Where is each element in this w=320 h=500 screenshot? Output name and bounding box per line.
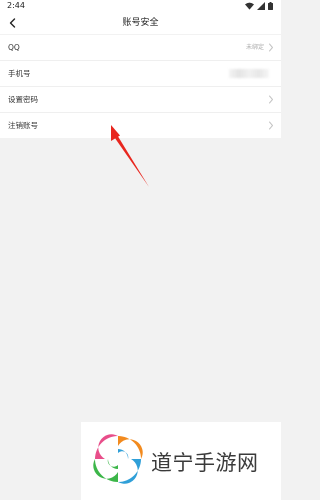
header: 账号安全 bbox=[0, 12, 281, 34]
row-phone[interactable]: 手机号 bbox=[0, 61, 281, 87]
watermark-text: 道宁手游网 bbox=[151, 451, 259, 475]
back-button[interactable] bbox=[4, 14, 20, 32]
status-time: 2:44 bbox=[7, 1, 25, 10]
watermark: 道宁手游网 bbox=[81, 422, 281, 500]
swirl-logo-icon bbox=[93, 434, 143, 484]
chevron-right-icon bbox=[269, 121, 273, 130]
battery-icon bbox=[268, 2, 273, 10]
row-set-password[interactable]: 设置密码 bbox=[0, 87, 281, 113]
row-delete-account[interactable]: 注销账号 bbox=[0, 113, 281, 138]
chevron-right-icon bbox=[269, 95, 273, 104]
row-phone-label: 手机号 bbox=[8, 69, 31, 78]
phone-number-blurred bbox=[229, 69, 269, 78]
settings-list: QQ 未绑定 手机号 设置密码 注销账号 bbox=[0, 35, 281, 138]
account-security-screen: 2:44 账号安全 QQ 未绑定 手机号 设置密码 注销账号 道宁手游网 bbox=[0, 0, 281, 500]
row-qq-value: 未绑定 bbox=[245, 44, 264, 51]
row-qq-label: QQ bbox=[8, 43, 20, 52]
page-title: 账号安全 bbox=[122, 18, 159, 28]
row-delete-account-label: 注销账号 bbox=[8, 121, 38, 130]
row-qq[interactable]: QQ 未绑定 bbox=[0, 35, 281, 61]
chevron-right-icon bbox=[269, 43, 273, 52]
row-set-password-label: 设置密码 bbox=[8, 95, 38, 104]
status-bar: 2:44 bbox=[0, 0, 281, 12]
chevron-left-icon bbox=[9, 18, 15, 28]
wifi-icon bbox=[245, 2, 254, 10]
signal-icon bbox=[257, 2, 265, 10]
status-icons bbox=[245, 2, 273, 10]
